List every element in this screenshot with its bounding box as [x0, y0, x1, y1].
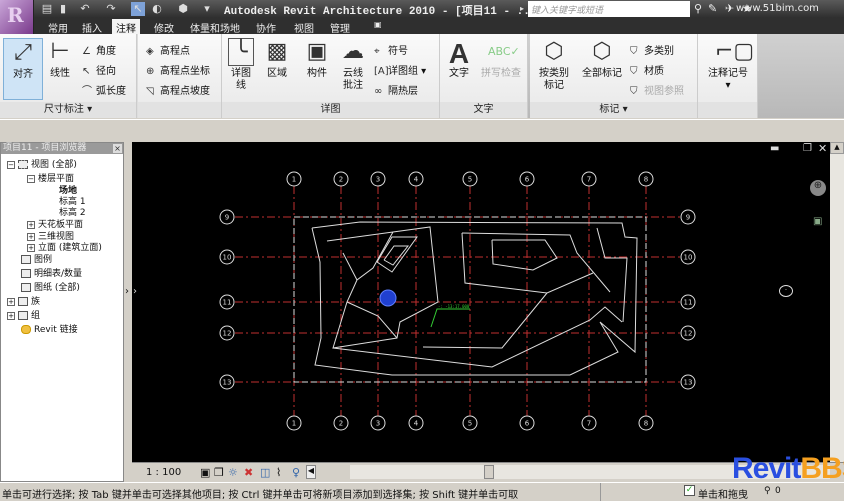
grid-bubble-left-13[interactable]: 13: [219, 374, 235, 390]
contour: [596, 227, 628, 323]
grid-label: 5: [468, 420, 472, 428]
grid-bubble-bottom-2[interactable]: 2: [333, 415, 349, 431]
visual-style-icon[interactable]: ❒: [214, 466, 224, 479]
grid-label: 7: [587, 420, 591, 428]
vertical-scrollbar[interactable]: ▲: [830, 142, 844, 462]
scroll-thumb[interactable]: [484, 465, 494, 479]
topography-contours: [311, 221, 638, 376]
elevation-marker-left-icon[interactable]: ›: [133, 286, 137, 297]
grid-label: 7: [587, 176, 591, 184]
grid-label: 3: [376, 420, 380, 428]
elevation-marker-icon[interactable]: ·: [779, 285, 793, 297]
grid-bubble-bottom-7[interactable]: 7: [581, 415, 597, 431]
grid-bubble-top-3[interactable]: 3: [370, 171, 386, 187]
grid-bubble-bottom-8[interactable]: 8: [638, 415, 654, 431]
minimize-view-icon[interactable]: ▬: [770, 143, 779, 154]
show-crop-icon[interactable]: ⌇: [276, 466, 281, 479]
restore-view-icon[interactable]: ❐: [803, 143, 812, 154]
grid-bubble-bottom-3[interactable]: 3: [370, 415, 386, 431]
grid-bubble-right-9[interactable]: 9: [680, 209, 696, 225]
grid-bubble-right-11[interactable]: 11: [680, 294, 696, 310]
drag-checkbox[interactable]: ✓: [684, 485, 695, 496]
survey-point-icon: [379, 289, 397, 307]
revitbbs-logo: RevitBBS: [732, 452, 844, 485]
drag-label: 单击和拖曳: [698, 490, 748, 501]
grid-bubble-top-5[interactable]: 5: [462, 171, 478, 187]
contour: [491, 239, 558, 271]
temporary-hide-icon[interactable]: ♀: [292, 466, 300, 479]
grid-label: 11: [223, 299, 232, 307]
grid-bubble-top-8[interactable]: 8: [638, 171, 654, 187]
grid-label: 1: [292, 420, 296, 428]
grid-label: 4: [414, 420, 419, 428]
grid-bubble-left-9[interactable]: 9: [219, 209, 235, 225]
grid-bubble-right-10[interactable]: 10: [680, 249, 696, 265]
grid-label: 6: [525, 176, 530, 184]
view-scale[interactable]: 1 : 100: [146, 467, 181, 478]
grid-bubble-right-13[interactable]: 13: [680, 374, 696, 390]
grid-label: 13: [223, 379, 232, 387]
grid-label: 9: [686, 214, 690, 222]
grid-label: 2: [339, 176, 343, 184]
contour: [332, 306, 623, 368]
grid-label: 12: [223, 330, 232, 338]
grid-label: 8: [644, 420, 648, 428]
grid-label: 9: [225, 214, 229, 222]
contour: [311, 221, 638, 376]
detail-level-icon[interactable]: ▣: [200, 466, 210, 479]
shadows-icon[interactable]: ✖: [244, 466, 253, 479]
grid-bubble-left-12[interactable]: 12: [219, 325, 235, 341]
grid-label: 8: [644, 176, 648, 184]
grid-label: 3: [376, 176, 380, 184]
grid-label: 4: [414, 176, 419, 184]
grid-label: 12: [684, 330, 693, 338]
sun-path-icon[interactable]: ☼: [228, 466, 238, 479]
steering-wheel-icon[interactable]: ⊕: [810, 180, 826, 196]
filter-icon[interactable]: ⚲: [764, 486, 771, 496]
spot-elevation-annotation: -: -13:17.000: [438, 304, 470, 309]
grid-bubble-top-2[interactable]: 2: [333, 171, 349, 187]
grid-bubble-bottom-6[interactable]: 6: [519, 415, 535, 431]
grid-label: 2: [339, 420, 343, 428]
scroll-left-icon[interactable]: ◀: [306, 465, 316, 479]
grid-label: 11: [684, 299, 693, 307]
contour: [461, 232, 611, 293]
contour: [326, 226, 439, 349]
grid-label: 10: [223, 254, 232, 262]
grid-label: 1: [292, 176, 296, 184]
grid-bubble-bottom-5[interactable]: 5: [462, 415, 478, 431]
grid-label: 13: [684, 379, 693, 387]
grid-label: 6: [525, 420, 530, 428]
status-message: 单击可进行选择; 按 Tab 键并单击可选择其他项目; 按 Ctrl 键并单击可…: [2, 490, 519, 501]
grid-bubble-top-1[interactable]: 1: [286, 171, 302, 187]
grid-bubble-bottom-1[interactable]: 1: [286, 415, 302, 431]
filter-count: 0: [775, 486, 781, 496]
grid-label: 10: [684, 254, 693, 262]
grid-bubble-left-10[interactable]: 10: [219, 249, 235, 265]
contour: [376, 236, 418, 273]
grid-bubble-top-6[interactable]: 6: [519, 171, 535, 187]
grid-label: 5: [468, 176, 472, 184]
grid-bubble-top-7[interactable]: 7: [581, 171, 597, 187]
grid-bubble-right-12[interactable]: 12: [680, 325, 696, 341]
close-view-icon[interactable]: ✕: [818, 142, 827, 155]
zoom-icon[interactable]: ▣: [813, 216, 822, 227]
crop-icon[interactable]: ◫: [260, 466, 270, 479]
spot-elevation-leader: [430, 308, 470, 328]
grid-bubble-left-11[interactable]: 11: [219, 294, 235, 310]
status-bar: 单击可进行选择; 按 Tab 键并单击可选择其他项目; 按 Ctrl 键并单击可…: [0, 482, 844, 501]
grid-bubble-top-4[interactable]: 4: [408, 171, 424, 187]
grid-bubble-bottom-4[interactable]: 4: [408, 415, 424, 431]
contour: [422, 292, 548, 349]
scroll-up-icon: ▲: [830, 142, 844, 154]
site-plan-drawing: -: -13:17.000 11223344556677889 910 1011 11…: [219, 171, 696, 431]
